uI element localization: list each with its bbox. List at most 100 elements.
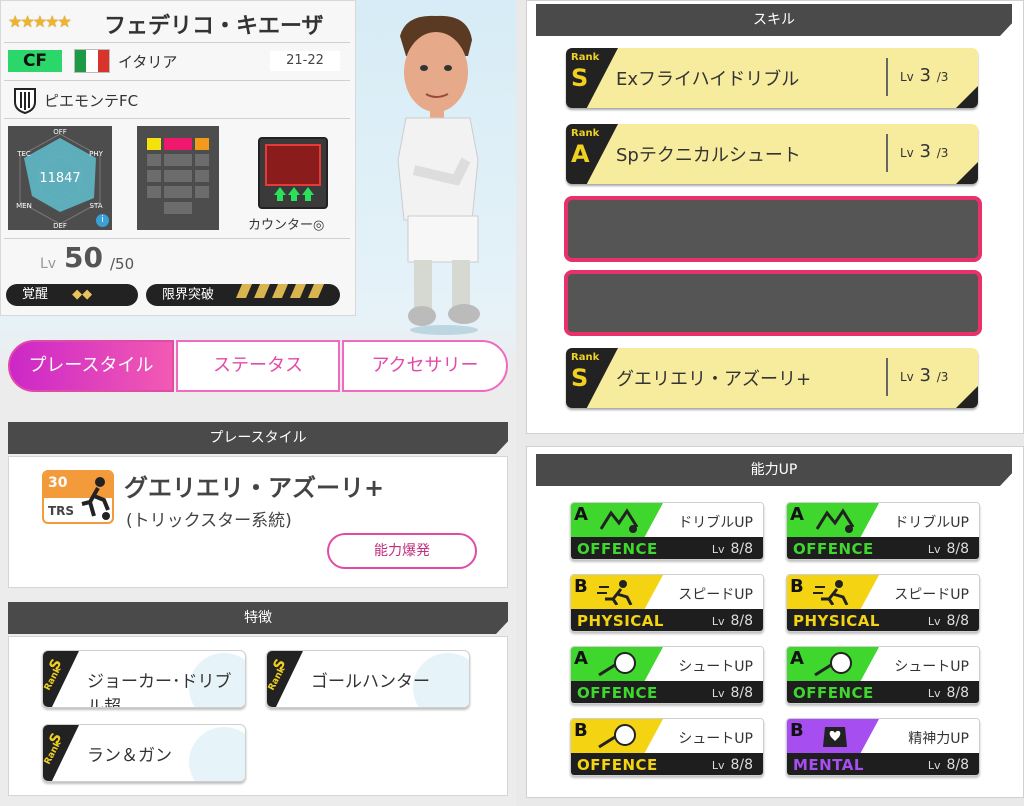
runner-icon bbox=[813, 580, 849, 605]
ball-icon bbox=[189, 727, 245, 781]
runner-icon bbox=[81, 477, 110, 520]
skill-level-prefix: Lv bbox=[900, 146, 914, 160]
skill-row[interactable]: Rank S グエリエリ・アズーリ+ Lv 3 /3 bbox=[566, 348, 978, 408]
trait-card[interactable]: Rank S ラン＆ガン bbox=[42, 724, 246, 782]
ability-level-prefix: Lv bbox=[711, 615, 725, 628]
skill-row[interactable]: Rank A Spテクニカルシュート Lv 3 /3 bbox=[566, 124, 978, 184]
player-level-max: /50 bbox=[110, 255, 135, 273]
stats-radar[interactable]: OFF TEC PHY MEN STA DEF 11847 i bbox=[8, 126, 112, 230]
limit-break-bars-icon bbox=[232, 284, 325, 306]
ability-level-value: 8/8 bbox=[946, 541, 969, 557]
ability-burst-button[interactable]: 能力爆発 bbox=[327, 533, 477, 569]
skill-level: Lv 3 /3 bbox=[900, 65, 948, 86]
ability-grade: B bbox=[790, 576, 804, 597]
shoot-icon bbox=[814, 652, 852, 677]
skill-name: Exフライハイドリブル bbox=[616, 69, 800, 90]
skill-level: Lv 3 /3 bbox=[900, 365, 948, 386]
ability-category: OFFENCE bbox=[793, 540, 874, 558]
corner-mark bbox=[956, 162, 978, 184]
divider bbox=[4, 118, 350, 119]
ability-level-value: 8/8 bbox=[946, 613, 969, 629]
playstyle-icon-code: TRS bbox=[48, 504, 75, 518]
ability-up-card[interactable]: B スピードUP PHYSICAL Lv 8/8 bbox=[786, 574, 980, 632]
divider bbox=[886, 134, 888, 172]
corner-mark bbox=[956, 86, 978, 108]
ability-up-card[interactable]: A ドリブルUP OFFENCE Lv 8/8 bbox=[786, 502, 980, 560]
ability-level-prefix: Lv bbox=[927, 759, 941, 772]
limit-break-label: 限界突破 bbox=[162, 287, 215, 303]
ability-level-prefix: Lv bbox=[711, 687, 725, 700]
ability-label: 精神力UP bbox=[908, 731, 969, 747]
player-level: 50 bbox=[64, 241, 103, 274]
ability-label: ドリブルUP bbox=[894, 515, 969, 531]
tab-status[interactable]: ステータス bbox=[176, 340, 340, 392]
ability-level: Lv 8/8 bbox=[928, 541, 969, 557]
trait-card[interactable]: Rank S ゴールハンター bbox=[266, 650, 470, 708]
rank-s-icon: Rank S bbox=[43, 725, 79, 781]
skill-level-max: /3 bbox=[936, 70, 949, 84]
empty-skill-slot[interactable] bbox=[564, 270, 982, 336]
trickster-icon: 30 TRS bbox=[42, 470, 114, 524]
rank-s-icon: Rank S bbox=[267, 651, 303, 707]
ability-label: ドリブルUP bbox=[678, 515, 753, 531]
position-badge: CF bbox=[8, 50, 62, 72]
ability-label: シュートUP bbox=[894, 659, 969, 675]
ability-up-card[interactable]: A シュートUP OFFENCE Lv 8/8 bbox=[786, 646, 980, 704]
trait-label: ゴールハンター bbox=[311, 672, 430, 692]
radar-label-tec: TEC bbox=[16, 150, 31, 158]
level-prefix: Lv bbox=[40, 256, 57, 272]
ability-up-card[interactable]: B シュートUP OFFENCE Lv 8/8 bbox=[570, 718, 764, 776]
dribble-icon bbox=[815, 508, 855, 533]
ability-category: OFFENCE bbox=[577, 540, 658, 558]
ability-up-header: 能力UP bbox=[536, 454, 1012, 486]
position-map bbox=[137, 126, 219, 230]
skill-level-value: 3 bbox=[919, 365, 931, 386]
tab-playstyle[interactable]: プレースタイル bbox=[8, 340, 174, 392]
ability-up-card[interactable]: B スピードUP PHYSICAL Lv 8/8 bbox=[570, 574, 764, 632]
traits-header: 特徴 bbox=[8, 602, 508, 634]
counter-label: カウンター◎ bbox=[248, 218, 325, 233]
ability-grade: B bbox=[574, 576, 588, 597]
ability-label: シュートUP bbox=[678, 659, 753, 675]
overall-score: 11847 bbox=[39, 171, 80, 186]
ability-level-prefix: Lv bbox=[711, 543, 725, 556]
ability-level: Lv 8/8 bbox=[712, 685, 753, 701]
season-label: 21-22 bbox=[270, 51, 340, 71]
trait-label: ジョーカー･ドリブル超 bbox=[87, 672, 232, 708]
ability-up-card[interactable]: B 精神力UP MENTAL Lv 8/8 bbox=[786, 718, 980, 776]
skill-level-max: /3 bbox=[936, 146, 949, 160]
ability-level: Lv 8/8 bbox=[928, 685, 969, 701]
italy-flag-icon bbox=[74, 49, 110, 73]
ability-grade: A bbox=[790, 504, 804, 525]
info-icon[interactable]: i bbox=[96, 214, 109, 227]
dribble-icon bbox=[599, 508, 639, 533]
playstyle-subtitle: (トリックスター系統) bbox=[126, 511, 292, 531]
ability-level-value: 8/8 bbox=[730, 685, 753, 701]
playstyle-header: プレースタイル bbox=[8, 422, 508, 454]
divider bbox=[4, 80, 350, 81]
ability-category: OFFENCE bbox=[793, 684, 874, 702]
runner-icon bbox=[597, 580, 633, 605]
ability-up-card[interactable]: A シュートUP OFFENCE Lv 8/8 bbox=[570, 646, 764, 704]
counter-tactic-icon bbox=[258, 137, 328, 209]
shoot-icon bbox=[598, 724, 636, 749]
radar-label-off: OFF bbox=[53, 128, 67, 136]
tab-accessory[interactable]: アクセサリー bbox=[342, 340, 508, 392]
ability-grade: B bbox=[790, 720, 804, 741]
skill-rank-letter: S bbox=[571, 64, 589, 92]
ability-up-card[interactable]: A ドリブルUP OFFENCE Lv 8/8 bbox=[570, 502, 764, 560]
skills-header: スキル bbox=[536, 4, 1012, 36]
club-crest-icon bbox=[14, 88, 36, 114]
ability-level-value: 8/8 bbox=[730, 541, 753, 557]
trait-card[interactable]: Rank S ジョーカー･ドリブル超 bbox=[42, 650, 246, 708]
skill-row[interactable]: Rank S Exフライハイドリブル Lv 3 /3 bbox=[566, 48, 978, 108]
shoot-icon bbox=[598, 652, 636, 677]
empty-skill-slot[interactable] bbox=[564, 196, 982, 262]
awaken-label: 覚醒 bbox=[22, 287, 49, 302]
ability-label: スピードUP bbox=[678, 587, 753, 603]
ability-label: シュートUP bbox=[678, 731, 753, 747]
skill-level: Lv 3 /3 bbox=[900, 141, 948, 162]
ability-level-value: 8/8 bbox=[730, 613, 753, 629]
ability-category: PHYSICAL bbox=[577, 612, 664, 630]
radar-label-men: MEN bbox=[16, 202, 32, 210]
